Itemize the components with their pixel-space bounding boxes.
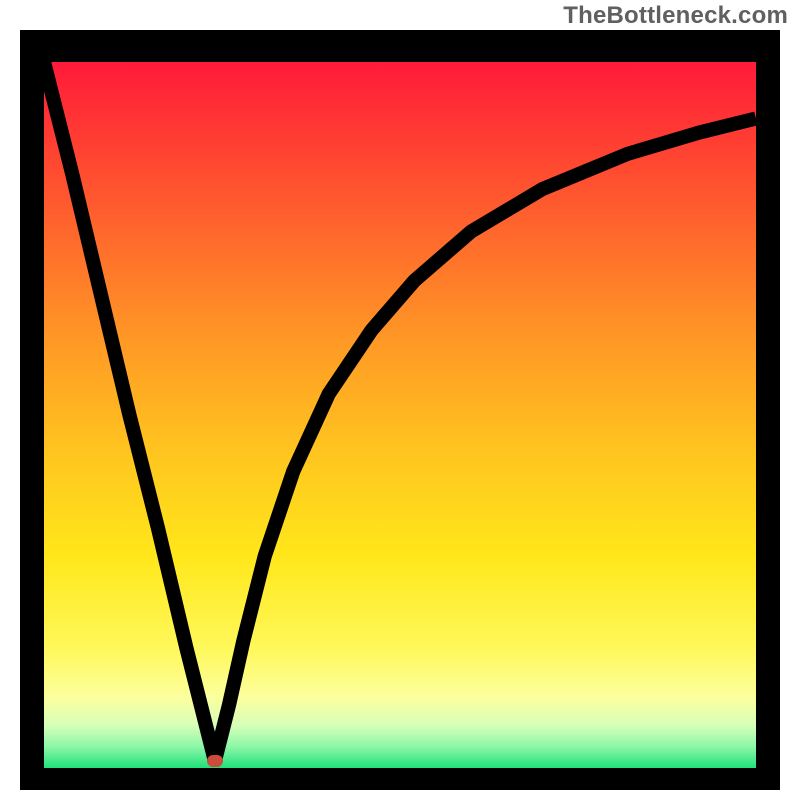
chart-frame	[20, 30, 780, 790]
watermark-text: TheBottleneck.com	[563, 2, 788, 30]
min-point-marker	[207, 755, 223, 767]
chart-curve	[44, 62, 756, 768]
chart-plot-area	[44, 62, 756, 768]
